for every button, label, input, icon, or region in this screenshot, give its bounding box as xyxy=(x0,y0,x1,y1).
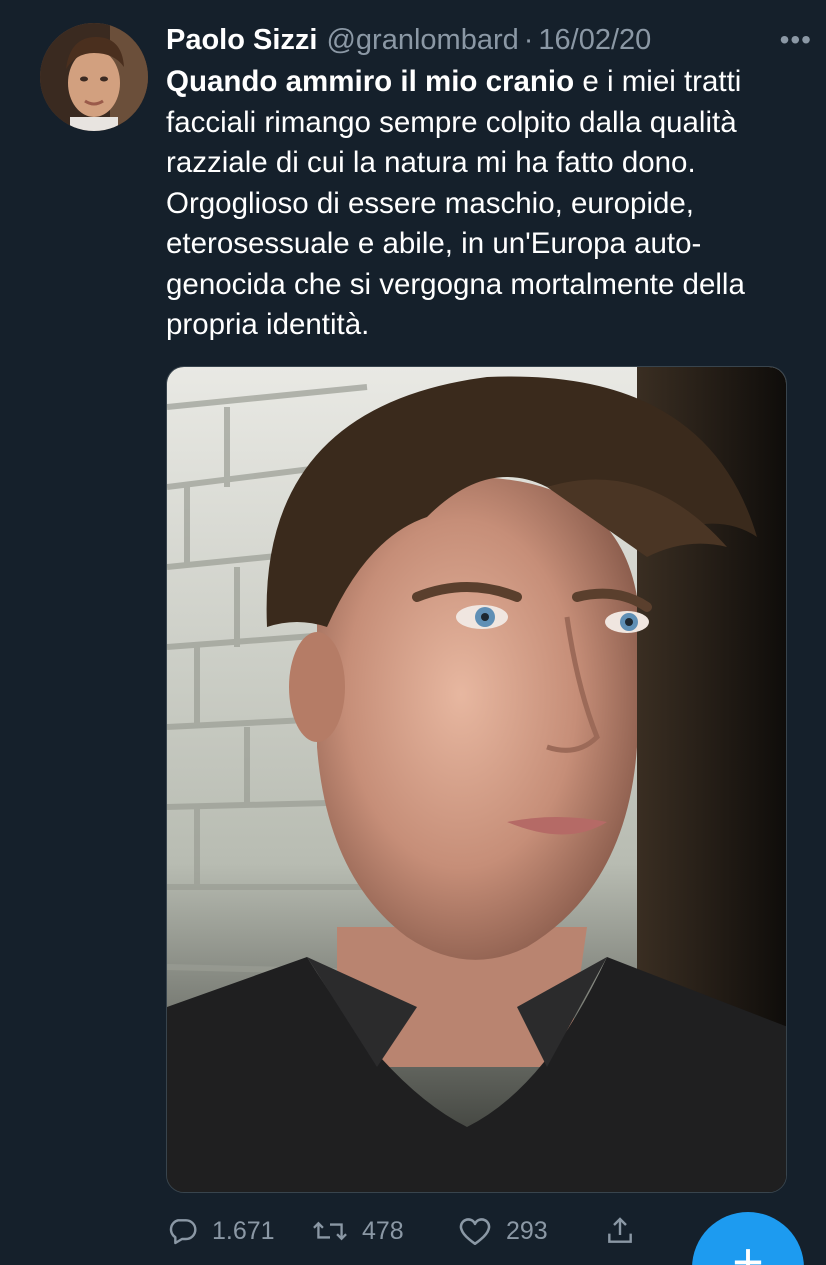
header-separator: · xyxy=(523,23,534,56)
tweet-header: Paolo Sizzi @granlombard · 16/02/20 xyxy=(166,20,806,60)
reply-button[interactable]: 1.671 xyxy=(166,1208,275,1254)
tweet-text-bold: Quando ammiro il mio cranio xyxy=(166,65,575,98)
retweet-count: 478 xyxy=(362,1216,404,1245)
tweet-actions: 1.671 478 293 xyxy=(166,1208,786,1254)
tweet-text: Quando ammiro il mio cranio e i miei tra… xyxy=(166,62,806,346)
like-button[interactable]: 293 xyxy=(458,1208,548,1254)
reply-icon xyxy=(166,1215,198,1247)
tweet-photo[interactable] xyxy=(166,366,787,1193)
share-icon xyxy=(604,1215,636,1247)
tweet-date[interactable]: 16/02/20 xyxy=(538,24,651,57)
tweet[interactable]: Paolo Sizzi @granlombard · 16/02/20 ••• … xyxy=(0,0,826,1265)
author-handle[interactable]: @granlombard xyxy=(326,24,518,57)
retweet-icon xyxy=(312,1215,348,1247)
heart-icon xyxy=(458,1215,492,1247)
more-horizontal-icon[interactable]: ••• xyxy=(780,26,812,54)
like-count: 293 xyxy=(506,1216,548,1245)
retweet-button[interactable]: 478 xyxy=(312,1208,404,1254)
share-button[interactable] xyxy=(604,1208,636,1254)
reply-count: 1.671 xyxy=(212,1216,275,1245)
avatar[interactable] xyxy=(40,23,148,131)
tweet-text-rest: e i miei tratti facciali rimango sempre … xyxy=(166,65,745,341)
author-name[interactable]: Paolo Sizzi xyxy=(166,24,317,57)
